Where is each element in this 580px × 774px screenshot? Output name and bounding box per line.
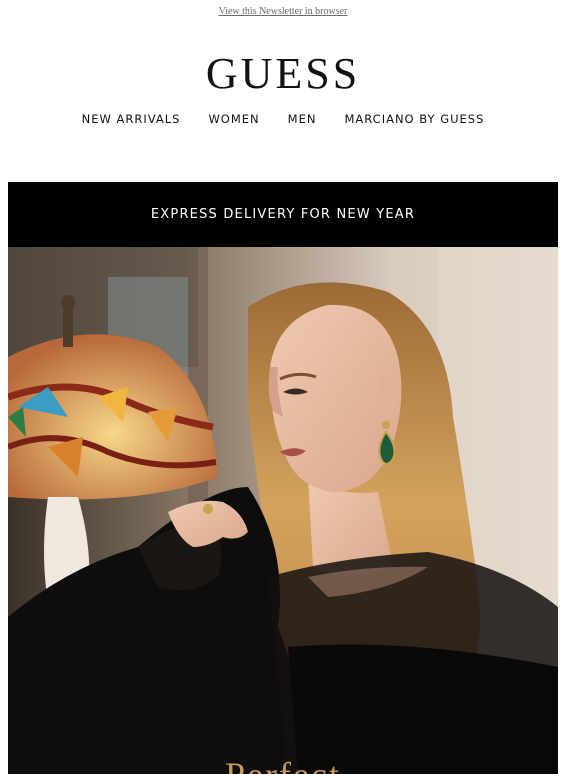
- hero-photo-illustration: [8, 247, 558, 774]
- hero-image[interactable]: Perfect: [8, 247, 558, 774]
- main-nav: NEW ARRIVALS WOMEN MEN MARCIANO BY GUESS: [0, 112, 566, 126]
- newsletter-page: View this Newsletter in browser GUESS NE…: [0, 0, 580, 774]
- promo-banner[interactable]: EXPRESS DELIVERY FOR NEW YEAR: [8, 182, 558, 247]
- nav-item-new-arrivals[interactable]: NEW ARRIVALS: [82, 112, 181, 126]
- nav-item-women[interactable]: WOMEN: [208, 112, 259, 126]
- nav-item-marciano[interactable]: MARCIANO BY GUESS: [344, 112, 484, 126]
- view-in-browser-link[interactable]: View this Newsletter in browser: [0, 6, 566, 17]
- guess-logo[interactable]: GUESS: [0, 50, 566, 98]
- hero-headline: Perfect: [8, 755, 558, 774]
- nav-item-men[interactable]: MEN: [288, 112, 317, 126]
- promo-banner-text: EXPRESS DELIVERY FOR NEW YEAR: [150, 207, 416, 222]
